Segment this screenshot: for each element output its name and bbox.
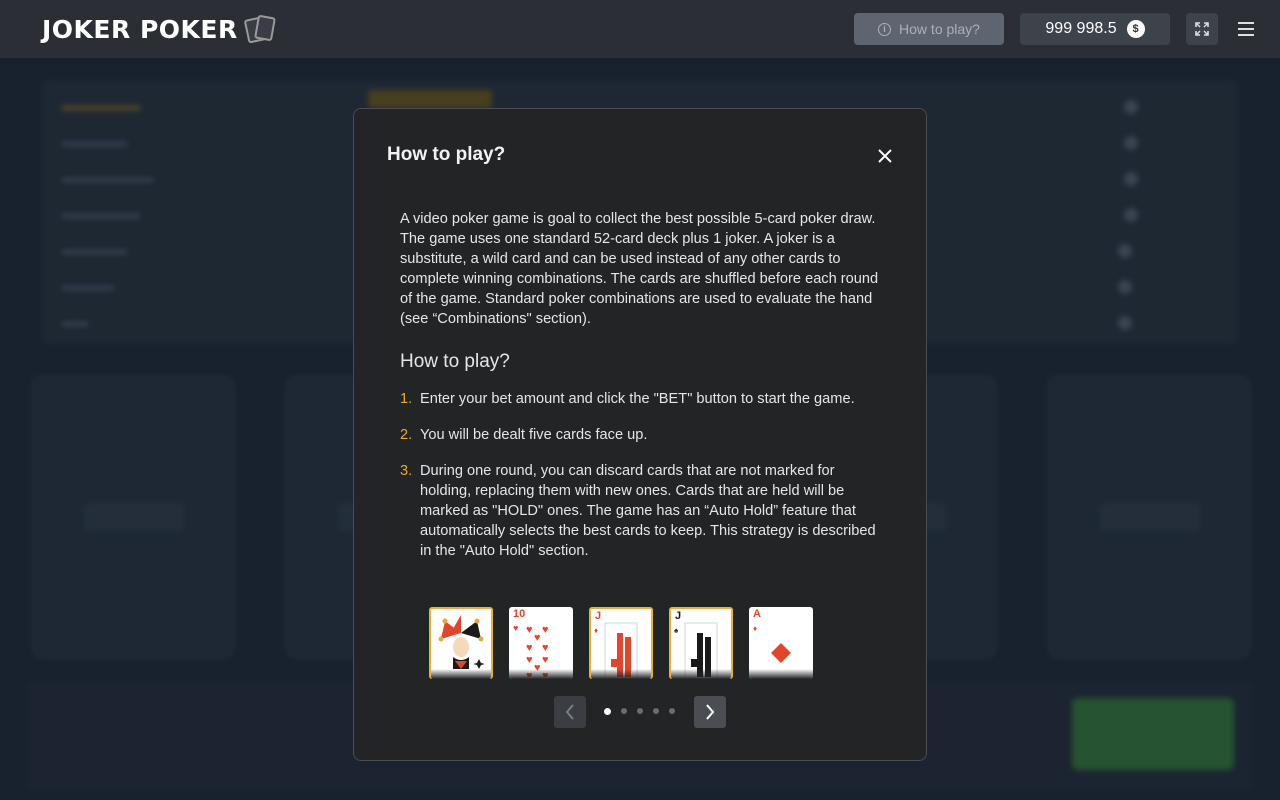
balance-display: 999 998.5 $: [1020, 13, 1170, 45]
hearts-suit-icon: ♥ ♥♥ ♥ ♥♥ ♥♥ ♥ ♥♥: [513, 623, 549, 677]
chevron-right-icon: [706, 704, 715, 720]
joker-card: [429, 607, 493, 679]
svg-text:♥: ♥: [526, 654, 533, 666]
svg-text:♥: ♥: [513, 623, 518, 633]
pagination-dot[interactable]: [637, 708, 643, 714]
playing-card: 10 ♥ ♥♥ ♥ ♥♥ ♥♥ ♥ ♥♥: [509, 607, 573, 679]
menu-line: [1238, 22, 1254, 24]
pagination-dots: [604, 707, 675, 715]
step-number: 1.: [400, 391, 413, 407]
steps-list: 1. Enter your bet amount and click the "…: [400, 389, 884, 577]
game-logo: JOKER POKER: [42, 12, 280, 46]
playing-card: A ♦: [749, 607, 813, 679]
list-item: 3. During one round, you can discard car…: [400, 461, 884, 561]
svg-text:♦: ♦: [594, 626, 598, 635]
svg-text:♦: ♦: [753, 624, 757, 633]
carousel-controls: [554, 696, 728, 728]
svg-text:♥: ♥: [526, 642, 533, 654]
menu-line: [1238, 28, 1254, 30]
close-button[interactable]: [872, 143, 898, 169]
step-text: Enter your bet amount and click the "BET…: [420, 391, 855, 407]
svg-text:♥: ♥: [542, 624, 549, 636]
hamburger-menu-button[interactable]: [1232, 16, 1260, 42]
modal-title: How to play?: [387, 144, 506, 165]
close-icon: [878, 149, 892, 163]
pagination-dot-active[interactable]: [604, 707, 611, 715]
list-item: 2. You will be dealt five cards face up.: [400, 425, 884, 445]
pagination-dot[interactable]: [669, 708, 675, 714]
playing-card: J ♦: [589, 607, 653, 679]
intro-paragraph: A video poker game is goal to collect th…: [400, 211, 879, 327]
how-to-play-modal: How to play? A video poker game is goal …: [353, 108, 927, 761]
svg-text:♥: ♥: [526, 624, 533, 636]
next-slide-button[interactable]: [694, 696, 726, 728]
section-heading: How to play?: [400, 351, 510, 372]
pagination-dot[interactable]: [653, 708, 659, 714]
example-cards: 10 ♥ ♥♥ ♥ ♥♥ ♥♥ ♥ ♥♥ J ♦: [429, 607, 829, 679]
info-icon: i: [878, 22, 892, 36]
svg-text:♠: ♠: [674, 626, 679, 635]
svg-text:♥: ♥: [534, 632, 541, 644]
svg-text:♥: ♥: [542, 654, 549, 666]
previous-slide-button[interactable]: [554, 696, 586, 728]
how-to-play-label: How to play?: [899, 21, 980, 37]
step-number: 3.: [400, 463, 413, 479]
how-to-play-button[interactable]: i How to play?: [854, 13, 1004, 45]
fullscreen-button[interactable]: [1186, 13, 1218, 45]
logo-text: JOKER POKER: [42, 14, 238, 44]
fullscreen-icon: [1195, 22, 1209, 36]
svg-text:♥: ♥: [542, 642, 549, 654]
menu-line: [1238, 34, 1254, 36]
top-bar: JOKER POKER i How to play? 999 998.5 $: [0, 0, 1280, 58]
step-number: 2.: [400, 427, 413, 443]
step-text: During one round, you can discard cards …: [420, 463, 876, 559]
cards-logo-icon: [243, 14, 280, 44]
pagination-dot[interactable]: [621, 708, 627, 714]
playing-card: J ♠: [669, 607, 733, 679]
list-item: 1. Enter your bet amount and click the "…: [400, 389, 884, 409]
chevron-left-icon: [565, 704, 574, 720]
dollar-coin-icon: $: [1126, 20, 1145, 38]
balance-value: 999 998.5: [1045, 20, 1117, 37]
diamond-suit-icon: ♦: [753, 624, 791, 663]
step-text: You will be dealt five cards face up.: [420, 427, 648, 443]
